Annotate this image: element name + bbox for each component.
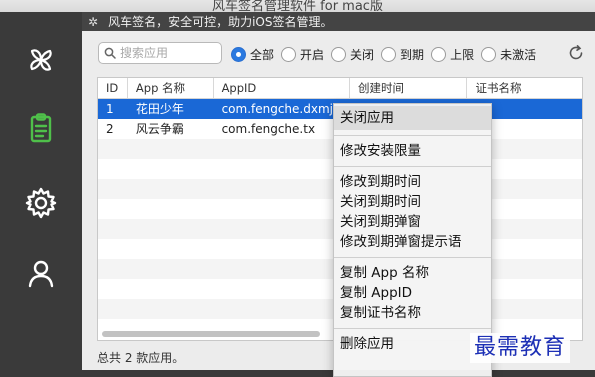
sidebar-item-signing[interactable] xyxy=(0,30,82,90)
filter-label: 未激活 xyxy=(500,47,537,62)
column-header-cert-name[interactable]: 证书名称 xyxy=(467,78,582,98)
footer-summary: 总共 2 款应用。 xyxy=(97,351,185,365)
radio-button[interactable] xyxy=(481,46,497,62)
cell-id: 1 xyxy=(106,102,114,116)
menu-item-copy-appid[interactable]: 复制 AppID xyxy=(334,283,491,303)
search-box[interactable] xyxy=(98,42,222,64)
context-menu: 关闭应用 修改安装限量 修改到期时间 关闭到期时间 关闭到期弹窗 修改到期弹窗提… xyxy=(333,103,492,377)
filter-enabled[interactable]: 开启 xyxy=(281,46,324,63)
clipboard-icon xyxy=(30,113,52,143)
menu-item-edit-expiry-time[interactable]: 修改到期时间 xyxy=(334,172,491,192)
menu-item-close-app[interactable]: 关闭应用 xyxy=(334,106,491,130)
horizontal-scrollbar[interactable] xyxy=(102,331,320,337)
notice-bar: ✲ 风车签名，安全可控，助力iOS签名管理。 xyxy=(82,12,595,31)
column-header-id[interactable]: ID xyxy=(98,78,128,98)
column-header-created-time[interactable]: 创建时间 xyxy=(350,78,468,98)
column-header-appid[interactable]: AppID xyxy=(214,78,350,98)
radio-button[interactable] xyxy=(431,46,447,62)
notice-text: 风车签名，安全可控，助力iOS签名管理。 xyxy=(108,15,333,29)
window-title: 风车签名管理软件 for mac版 xyxy=(212,0,383,12)
filter-disabled[interactable]: 关闭 xyxy=(331,46,374,63)
filter-label: 开启 xyxy=(300,47,325,62)
filter-label: 全部 xyxy=(250,47,275,62)
menu-item-edit-expiry-popup-text[interactable]: 修改到期弹窗提示语 xyxy=(334,232,491,252)
table-header: ID App 名称 AppID 创建时间 证书名称 xyxy=(98,78,582,99)
filter-label: 上限 xyxy=(450,47,475,62)
menu-item-copy-app-name[interactable]: 复制 App 名称 xyxy=(334,263,491,283)
sidebar-item-settings[interactable] xyxy=(0,173,82,233)
menu-separator xyxy=(334,166,491,167)
gear-icon: ✲ xyxy=(88,14,99,29)
filter-limit[interactable]: 上限 xyxy=(431,46,474,63)
sidebar xyxy=(0,12,82,377)
column-header-app-name[interactable]: App 名称 xyxy=(128,78,214,98)
title-bar: 风车签名管理软件 for mac版 xyxy=(0,0,595,12)
menu-separator xyxy=(334,328,491,329)
menu-item-delete-app[interactable]: 删除应用 xyxy=(334,334,491,354)
filter-expired[interactable]: 到期 xyxy=(381,46,424,63)
filter-all[interactable]: 全部 xyxy=(231,46,274,63)
radio-button[interactable] xyxy=(381,46,397,62)
refresh-icon[interactable] xyxy=(567,44,585,62)
toolbar: 全部 开启 关闭 到期 上限 未激活 xyxy=(82,31,595,75)
radio-button[interactable] xyxy=(231,46,246,62)
cell-appid: com.fengche.dxmj xyxy=(221,102,333,116)
sidebar-item-apps[interactable] xyxy=(0,98,82,158)
menu-item-edit-install-limit[interactable]: 修改安装限量 xyxy=(334,141,491,161)
search-input[interactable] xyxy=(120,46,216,60)
user-icon xyxy=(28,260,54,288)
menu-item-disable-expiry-popup[interactable]: 关闭到期弹窗 xyxy=(334,212,491,232)
menu-separator xyxy=(334,135,491,136)
menu-item-copy-cert-name[interactable]: 复制证书名称 xyxy=(334,303,491,323)
radio-button[interactable] xyxy=(331,46,347,62)
gear-icon xyxy=(25,187,57,219)
cell-app-name: 风云争霸 xyxy=(135,122,184,136)
search-icon xyxy=(104,47,116,59)
radio-button[interactable] xyxy=(281,46,297,62)
cell-app-name: 花田少年 xyxy=(135,102,184,116)
menu-separator xyxy=(334,257,491,258)
menu-item-disable-expiry-time[interactable]: 关闭到期时间 xyxy=(334,192,491,212)
cell-id: 2 xyxy=(106,122,114,136)
filter-label: 关闭 xyxy=(350,47,375,62)
status-filter-group: 全部 开启 关闭 到期 上限 未激活 xyxy=(231,43,543,65)
app-window: 风车签名管理软件 for mac版 ✲ 风车签名，安全可控，助力iOS签名管理。… xyxy=(0,0,595,377)
pinwheel-icon xyxy=(30,49,52,71)
filter-inactive[interactable]: 未激活 xyxy=(481,46,536,63)
filter-label: 到期 xyxy=(400,47,425,62)
watermark: 最需教育 xyxy=(470,333,571,363)
cell-appid: com.fengche.tx xyxy=(221,122,316,136)
sidebar-item-account[interactable] xyxy=(0,243,82,303)
